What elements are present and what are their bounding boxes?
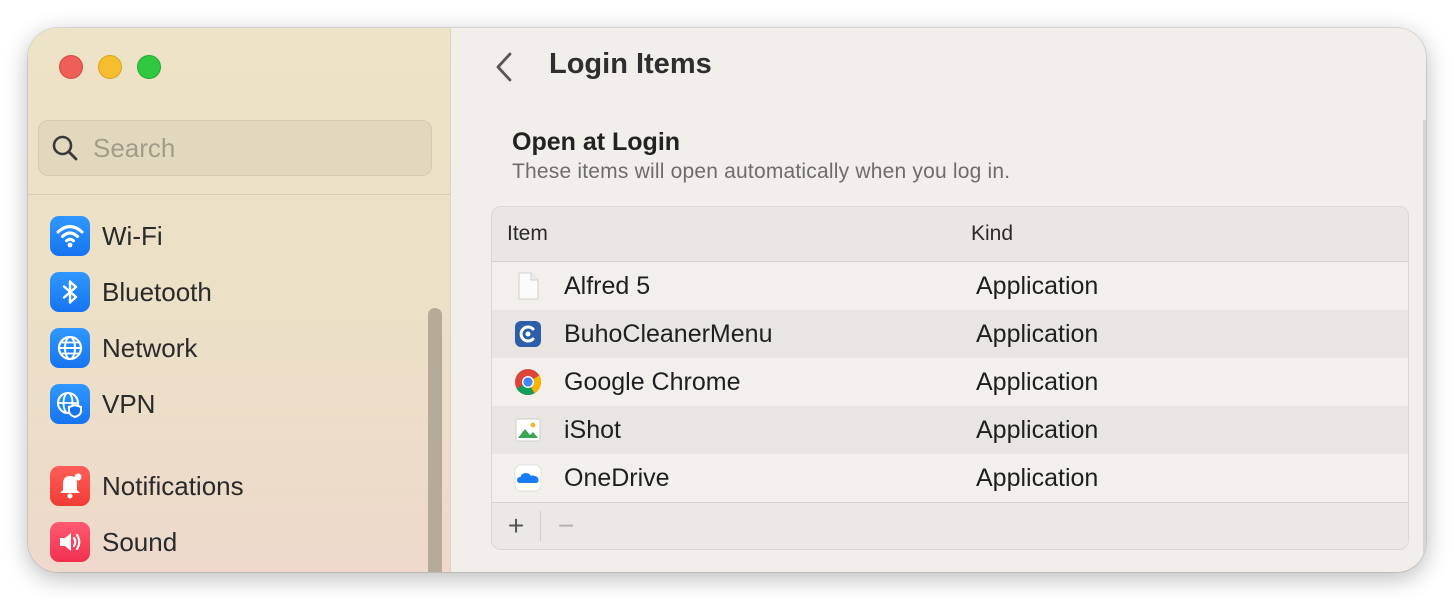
sidebar-item-notifications[interactable]: Notifications bbox=[50, 462, 244, 510]
wifi-icon bbox=[50, 216, 90, 256]
search-input[interactable] bbox=[93, 132, 393, 164]
item-kind: Application bbox=[976, 368, 1099, 396]
sidebar-item-label: Sound bbox=[102, 526, 178, 557]
traffic-lights bbox=[59, 55, 161, 79]
close-button[interactable] bbox=[59, 55, 83, 79]
minimize-button[interactable] bbox=[98, 55, 122, 79]
cloud-icon bbox=[514, 464, 542, 492]
column-header-kind[interactable]: Kind bbox=[971, 222, 1013, 246]
add-item-button[interactable]: + bbox=[498, 509, 534, 543]
sidebar-divider bbox=[28, 194, 450, 195]
table-row[interactable]: iShot Application bbox=[492, 406, 1408, 454]
image-icon bbox=[514, 416, 542, 444]
table-row[interactable]: Alfred 5 Application bbox=[492, 262, 1408, 310]
sidebar-item-label: Wi-Fi bbox=[102, 220, 163, 251]
table-toolbar: + − bbox=[492, 502, 1408, 549]
sidebar-item-label: Bluetooth bbox=[102, 276, 212, 307]
blank-document-icon bbox=[514, 272, 542, 300]
magnifier-icon bbox=[52, 135, 78, 161]
table-header: Item Kind bbox=[492, 207, 1408, 262]
toolbar-divider bbox=[540, 511, 541, 541]
table-row[interactable]: OneDrive Application bbox=[492, 454, 1408, 502]
remove-item-button[interactable]: − bbox=[548, 509, 584, 543]
chevron-left-icon bbox=[496, 52, 512, 82]
bell-icon bbox=[50, 466, 90, 506]
sidebar-scrollbar[interactable] bbox=[428, 308, 442, 572]
vpn-globe-shield-icon bbox=[50, 384, 90, 424]
buhocleaner-icon bbox=[514, 320, 542, 348]
zoom-button[interactable] bbox=[137, 55, 161, 79]
table-row[interactable]: Google Chrome Application bbox=[492, 358, 1408, 406]
login-items-table: Item Kind Alfred 5 Application BuhoClean… bbox=[491, 206, 1409, 550]
sidebar-item-wifi[interactable]: Wi-Fi bbox=[50, 212, 163, 260]
sidebar-item-bluetooth[interactable]: Bluetooth bbox=[50, 268, 212, 316]
item-name: Google Chrome bbox=[564, 368, 741, 396]
item-kind: Application bbox=[976, 464, 1099, 492]
content-scrollbar[interactable] bbox=[1423, 120, 1426, 572]
sidebar-item-label: Notifications bbox=[102, 470, 244, 501]
main-content: Login Items Open at Login These items wi… bbox=[451, 28, 1426, 572]
item-name: Alfred 5 bbox=[564, 272, 651, 300]
settings-window: Wi-Fi Bluetooth bbox=[28, 28, 1426, 572]
item-kind: Application bbox=[976, 416, 1099, 444]
sidebar-item-network[interactable]: Network bbox=[50, 324, 197, 372]
item-name: iShot bbox=[564, 416, 621, 444]
page-title: Login Items bbox=[549, 48, 712, 80]
section-subtitle: These items will open automatically when… bbox=[512, 160, 1011, 183]
sidebar-item-label: Network bbox=[102, 332, 198, 363]
sidebar-item-label: VPN bbox=[102, 388, 156, 419]
item-name: OneDrive bbox=[564, 464, 670, 492]
item-kind: Application bbox=[976, 272, 1099, 300]
table-rows: Alfred 5 Application BuhoCleanerMenu App… bbox=[492, 262, 1408, 502]
chrome-icon bbox=[514, 368, 542, 396]
bluetooth-icon bbox=[50, 272, 90, 312]
back-button[interactable] bbox=[489, 50, 519, 84]
search-field[interactable] bbox=[38, 120, 432, 176]
speaker-icon bbox=[50, 522, 90, 562]
globe-icon bbox=[50, 328, 90, 368]
sidebar-item-vpn[interactable]: VPN bbox=[50, 380, 155, 428]
section-title: Open at Login bbox=[512, 128, 681, 156]
sidebar-item-sound[interactable]: Sound bbox=[50, 518, 177, 566]
column-header-item[interactable]: Item bbox=[507, 222, 548, 246]
sidebar: Wi-Fi Bluetooth bbox=[28, 28, 451, 572]
item-name: BuhoCleanerMenu bbox=[564, 320, 773, 348]
item-kind: Application bbox=[976, 320, 1099, 348]
table-row[interactable]: BuhoCleanerMenu Application bbox=[492, 310, 1408, 358]
